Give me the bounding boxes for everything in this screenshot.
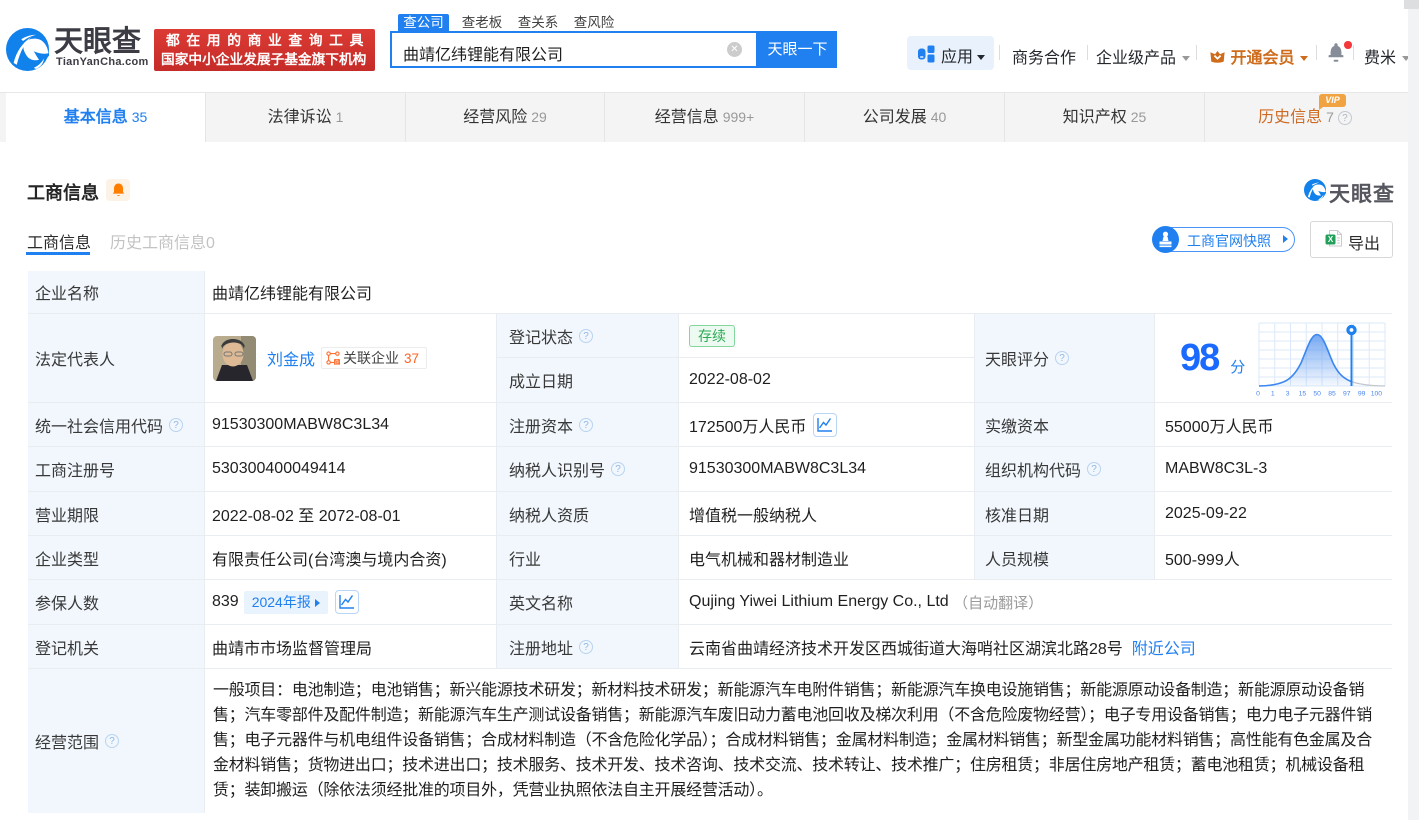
svg-text:0: 0 [1256, 391, 1260, 398]
svg-text:3: 3 [1286, 391, 1290, 398]
svg-text:100: 100 [1371, 391, 1383, 398]
svg-text:企: 企 [335, 359, 340, 365]
svg-text:X: X [1328, 235, 1334, 244]
svg-text:85: 85 [1328, 391, 1336, 398]
svg-text:15: 15 [1299, 391, 1307, 398]
svg-text:50: 50 [1313, 391, 1321, 398]
svg-text:99: 99 [1358, 391, 1366, 398]
svg-text:97: 97 [1343, 391, 1351, 398]
svg-text:1: 1 [1271, 391, 1275, 398]
